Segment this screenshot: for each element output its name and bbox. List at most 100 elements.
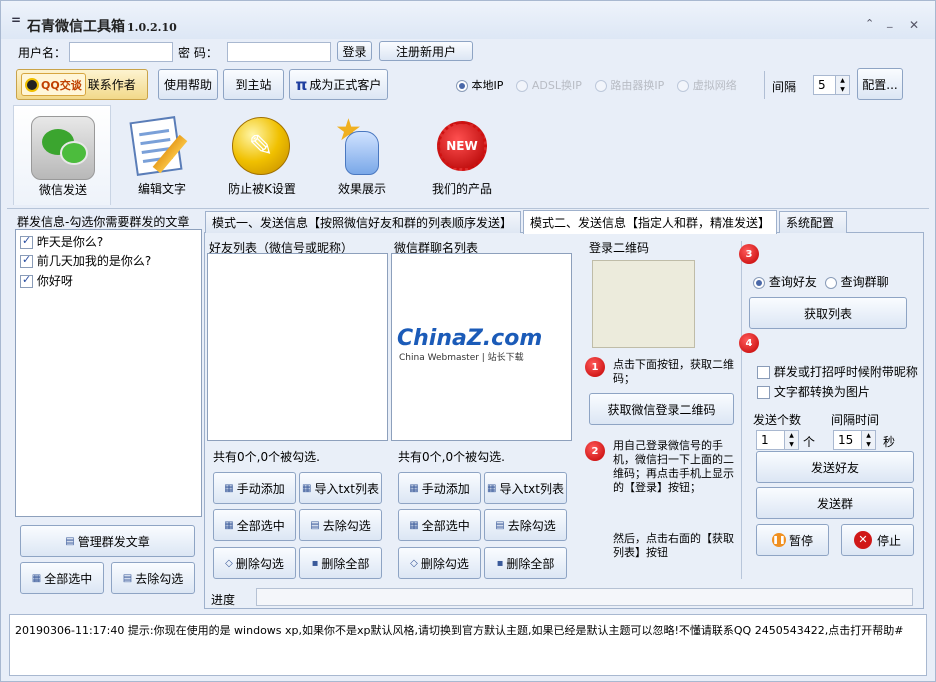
- deselect-label: 去除勾选: [135, 571, 184, 586]
- tool-wechat-send[interactable]: 微信发送: [13, 105, 111, 205]
- radio-label: 查询群聊: [840, 275, 889, 289]
- collapse-icon[interactable]: ⌃: [865, 17, 874, 30]
- pause-button[interactable]: ❚❚ 暂停: [756, 524, 829, 556]
- left-deselect-button[interactable]: ▤ 去除勾选: [111, 562, 195, 594]
- app-title: 石青微信工具箱 1.0.2.10: [27, 16, 177, 36]
- close-icon[interactable]: ✕: [909, 18, 919, 32]
- minimize-icon[interactable]: _: [887, 15, 893, 28]
- interval-label: 间隔: [772, 80, 797, 94]
- send-friends-button[interactable]: 发送好友: [756, 451, 914, 483]
- home-button[interactable]: 到主站: [223, 69, 284, 100]
- radio-icon: [516, 80, 529, 92]
- query-options: 查询好友 查询群聊: [753, 273, 889, 290]
- checkbox[interactable]: [20, 253, 33, 268]
- groups-import-button[interactable]: ▦ 导入txt列表: [484, 472, 567, 504]
- manage-articles-button[interactable]: ▤ 管理群发文章: [20, 525, 195, 557]
- interval-stepper[interactable]: 5 ▲ ▼: [813, 75, 850, 95]
- tab-settings[interactable]: 系统配置: [779, 211, 847, 233]
- groups-delete-all-button[interactable]: ▪ 删除全部: [484, 547, 567, 579]
- status-box: 20190306-11:17:40 提示:你现在使用的是 windows xp,…: [9, 614, 927, 676]
- groups-manual-add-button[interactable]: ▦ 手动添加: [398, 472, 481, 504]
- radio-adsl[interactable]: ADSL换IP: [516, 77, 582, 93]
- username-input[interactable]: [69, 42, 173, 62]
- friends-manual-add-button[interactable]: ▦ 手动添加: [213, 472, 296, 504]
- friends-delete-all-button[interactable]: ▪ 删除全部: [299, 547, 382, 579]
- groups-deselect-button[interactable]: ▤ 去除勾选: [484, 509, 567, 541]
- list-item[interactable]: 昨天是你么?: [20, 233, 103, 250]
- tool-effect-show[interactable]: ★ 效果展示: [317, 105, 407, 205]
- stop-icon: ✕: [853, 531, 872, 549]
- help-button[interactable]: 使用帮助: [158, 69, 218, 100]
- step2-text: 用自己登录微信号的手机，微信扫一下上面的二维码；再点击手机上显示的【登录】按钮；: [613, 439, 734, 494]
- password-label: 密 码：: [178, 46, 218, 60]
- qr-code-box: [592, 260, 695, 348]
- groups-select-all-button[interactable]: ▦ 全部选中: [398, 509, 481, 541]
- menu-icon[interactable]: =: [11, 13, 21, 27]
- left-select-all-button[interactable]: ▦ 全部选中: [20, 562, 104, 594]
- config-button[interactable]: 配置...: [857, 68, 903, 100]
- tool-our-products[interactable]: NEW 我们的产品: [417, 105, 507, 205]
- opt-image[interactable]: 文字都转换为图片: [757, 383, 870, 400]
- password-input[interactable]: [227, 42, 331, 62]
- left-panel-title: 群发信息-勾选你需要群发的文章: [17, 215, 190, 229]
- add-icon: ▦: [224, 482, 234, 494]
- step1-text: 点击下面按钮，获取二维码；: [613, 358, 734, 385]
- up-icon[interactable]: ▲: [785, 431, 798, 440]
- import-icon: ▦: [302, 482, 312, 494]
- friends-list[interactable]: [207, 253, 388, 441]
- send-count-stepper[interactable]: 1 ▲ ▼: [756, 430, 799, 450]
- button-label: 删除勾选: [420, 556, 469, 571]
- radio-icon: [456, 80, 468, 92]
- groups-list[interactable]: ChinaZ.com China Webmaster | 站长下载: [391, 253, 572, 441]
- down-icon[interactable]: ▼: [785, 440, 798, 449]
- friends-delete-checked-button[interactable]: ◇ 删除勾选: [213, 547, 296, 579]
- select-all-label: 全部选中: [44, 571, 93, 586]
- article-list[interactable]: 昨天是你么? 前几天加我的是你么? 你好呀: [15, 229, 202, 517]
- opt-nickname[interactable]: 群发或打招呼时候附带昵称: [757, 363, 918, 380]
- stop-button[interactable]: ✕ 停止: [841, 524, 914, 556]
- send-groups-button[interactable]: 发送群: [756, 487, 914, 519]
- eraser-icon: ◇: [410, 557, 418, 569]
- friends-import-button[interactable]: ▦ 导入txt列表: [299, 472, 382, 504]
- radio-virtual[interactable]: 虚拟网络: [677, 77, 737, 93]
- pause-icon: ❚❚: [771, 533, 786, 547]
- become-customer-button[interactable]: π 成为正式客户: [289, 69, 388, 100]
- contact-author-label: 联系作者: [87, 78, 136, 92]
- groups-delete-checked-button[interactable]: ◇ 删除勾选: [398, 547, 481, 579]
- tool-edit-text[interactable]: 编辑文字: [117, 105, 207, 205]
- list-item[interactable]: 前几天加我的是你么?: [20, 252, 151, 269]
- up-icon[interactable]: ▲: [836, 76, 849, 85]
- login-button[interactable]: 登录: [337, 41, 372, 61]
- checkbox[interactable]: [757, 386, 770, 399]
- list-item[interactable]: 你好呀: [20, 272, 73, 289]
- send-interval-stepper[interactable]: 15 ▲ ▼: [833, 430, 876, 450]
- friends-deselect-button[interactable]: ▤ 去除勾选: [299, 509, 382, 541]
- friends-select-all-button[interactable]: ▦ 全部选中: [213, 509, 296, 541]
- radio-router-label: 路由器换IP: [610, 79, 665, 92]
- up-icon[interactable]: ▲: [862, 431, 875, 440]
- interval-value: 5: [818, 78, 826, 92]
- contact-author-button[interactable]: QQ交谈 联系作者: [16, 69, 148, 100]
- checkbox[interactable]: [20, 234, 33, 249]
- add-icon: ▦: [409, 482, 419, 494]
- step2b-text: 然后，点击右面的【获取列表】按钮: [613, 532, 734, 559]
- radio-router[interactable]: 路由器换IP: [594, 77, 665, 93]
- separator: [741, 241, 742, 579]
- title-bar: = 石青微信工具箱 1.0.2.10 ⌃ _ ✕: [1, 1, 935, 39]
- tab-mode1[interactable]: 模式一、发送信息【按照微信好友和群的列表顺序发送】: [205, 211, 521, 233]
- send-count-label: 发送个数: [753, 413, 802, 427]
- checkbox[interactable]: [20, 273, 33, 288]
- down-icon[interactable]: ▼: [836, 85, 849, 94]
- tool-anti-kick[interactable]: ✎ 防止被K设置: [217, 105, 307, 205]
- radio-local-ip[interactable]: 本地IP: [456, 77, 503, 93]
- radio-query-groups[interactable]: 查询群聊: [824, 273, 889, 290]
- get-qr-button[interactable]: 获取微信登录二维码: [589, 393, 734, 425]
- tab-mode2[interactable]: 模式二、发送信息【指定人和群，精准发送】: [523, 210, 777, 234]
- radio-query-friends[interactable]: 查询好友: [753, 273, 817, 290]
- qq-chat-button[interactable]: QQ交谈: [21, 73, 86, 96]
- down-icon[interactable]: ▼: [862, 440, 875, 449]
- checkbox[interactable]: [757, 366, 770, 379]
- get-list-button[interactable]: 获取列表: [749, 297, 907, 329]
- register-button[interactable]: 注册新用户: [379, 41, 473, 61]
- button-label: 删除全部: [506, 556, 555, 571]
